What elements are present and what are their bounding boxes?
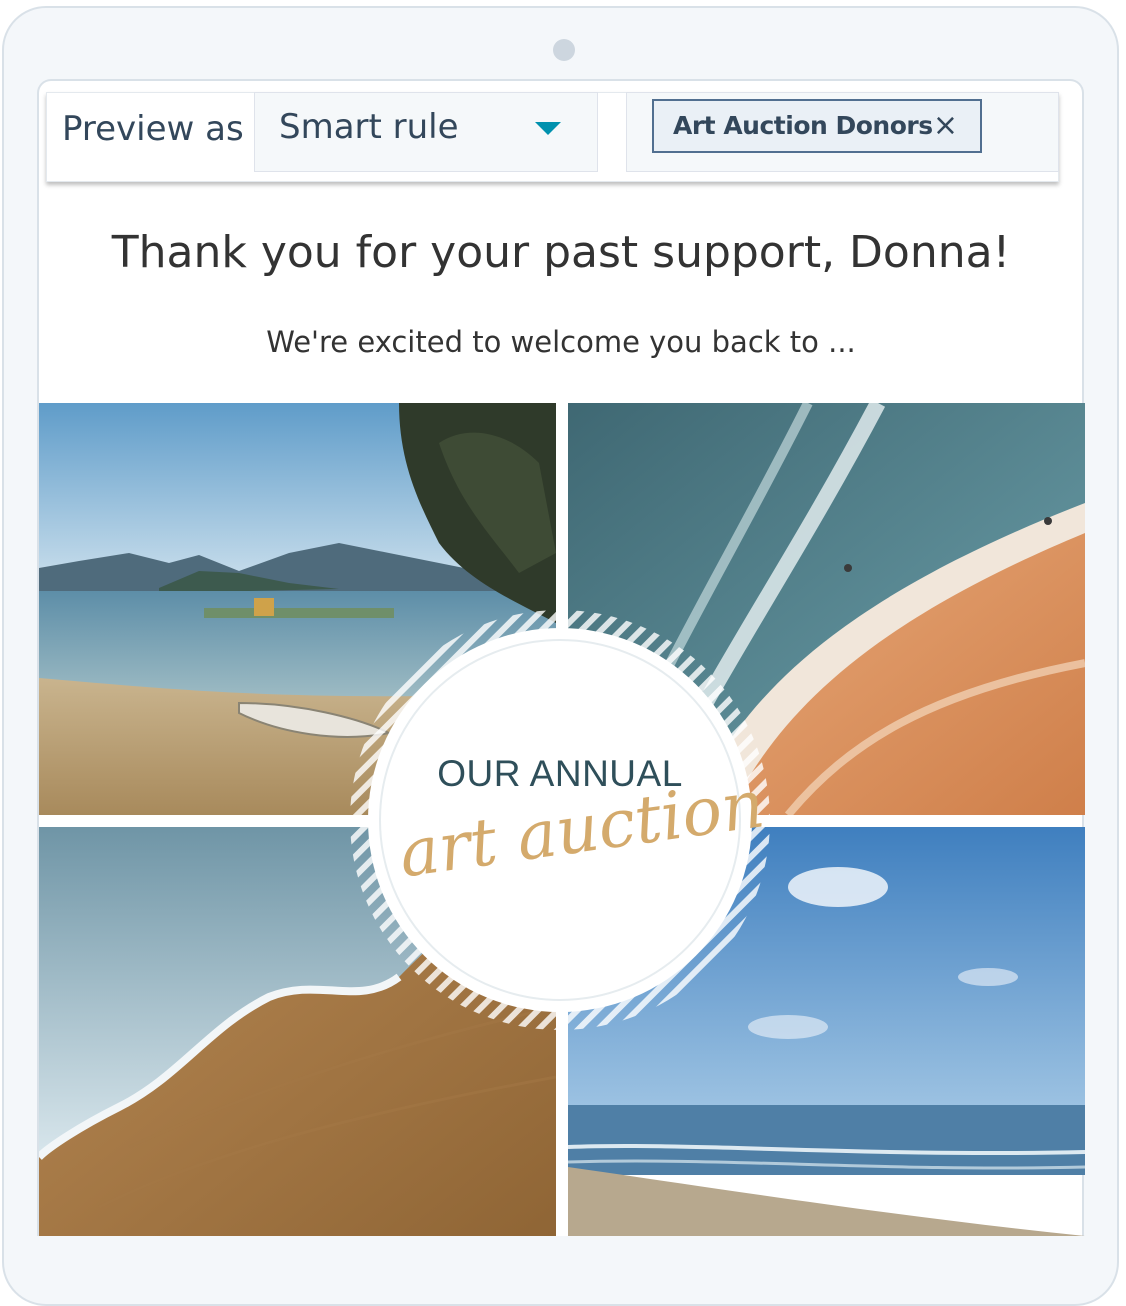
preview-toolbar: Preview as Smart rule Art Auction Donors… xyxy=(46,92,1059,182)
email-headline: Thank you for your past support, Donna! xyxy=(111,227,1011,278)
list-selector[interactable]: Art Auction Donors × xyxy=(626,92,1059,172)
smart-rule-value: Smart rule xyxy=(279,107,459,147)
smart-rule-select[interactable]: Smart rule xyxy=(254,92,598,172)
tag-label: Art Auction Donors xyxy=(673,111,933,140)
preview-as-label: Preview as xyxy=(62,109,244,149)
email-subline: We're excited to welcome you back to ... xyxy=(266,325,856,359)
list-tag-art-auction-donors[interactable]: Art Auction Donors × xyxy=(652,99,982,153)
camera-icon xyxy=(553,39,575,61)
caret-down-icon xyxy=(535,122,561,135)
close-icon[interactable]: × xyxy=(933,111,958,141)
